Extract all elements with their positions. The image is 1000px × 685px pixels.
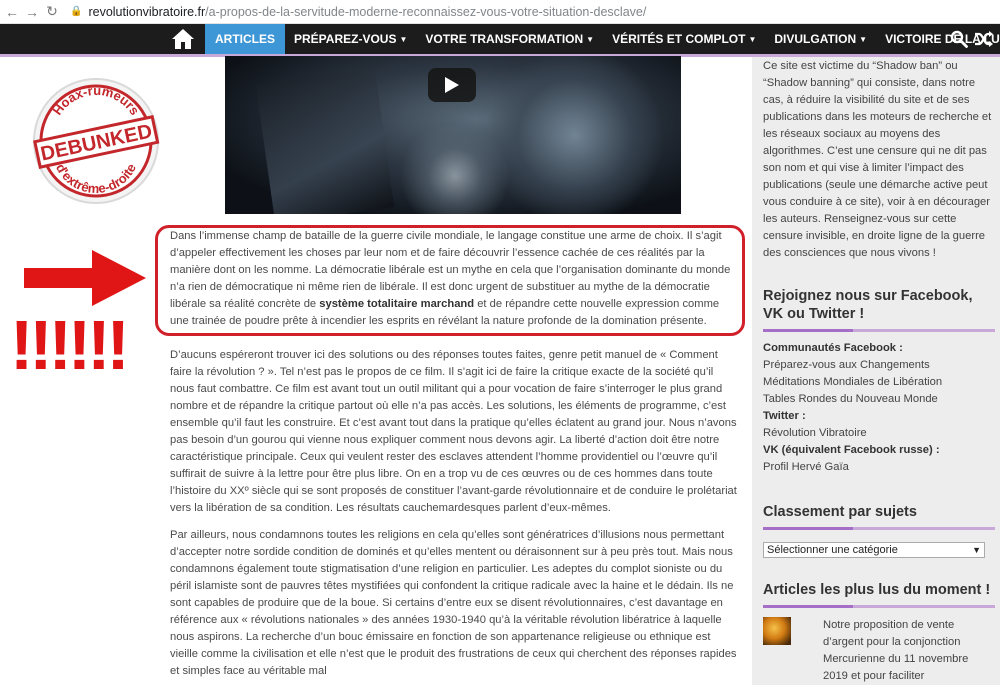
main-navigation: ARTICLES PRÉPAREZ-VOUS ▼ VOTRE TRANSFORMATI… <box>0 24 1000 57</box>
nav-item-3[interactable]: VÉRITÉS ET COMPLOT ▼ <box>603 24 765 54</box>
nav-item-1[interactable]: PRÉPAREZ-VOUS ▼ <box>285 24 416 54</box>
nav-item-label: ARTICLES <box>215 32 275 46</box>
popular-widget: Articles les plus lus du moment ! <box>763 581 995 608</box>
back-arrow-icon[interactable]: ← <box>2 2 22 22</box>
popular-article-item[interactable]: Notre proposition de vente d’argent pour… <box>763 617 995 682</box>
category-select[interactable]: Sélectionner une catégorie ▼ <box>763 542 985 558</box>
heading-rule <box>763 329 995 332</box>
nav-item-label: VOTRE TRANSFORMATION <box>425 32 584 46</box>
debunked-stamp: Hoax-rumeurs d'extrême-droite DEBUNKED <box>33 78 160 204</box>
chevron-down-icon: ▼ <box>859 35 868 44</box>
nav-menu: ARTICLES PRÉPAREZ-VOUS ▼ VOTRE TRANSFORMATI… <box>205 24 1000 54</box>
category-widget: Classement par sujets Sélectionner une c… <box>763 503 995 558</box>
video-player[interactable] <box>225 56 681 214</box>
shadowban-notice: Ce site est victime du “Shadow ban” ou “… <box>763 60 992 259</box>
nav-item-2[interactable]: VOTRE TRANSFORMATION ▼ <box>416 24 603 54</box>
nav-item-label: DIVULGATION <box>774 32 857 46</box>
exclamation-marks: !!!!!! <box>10 306 130 384</box>
dropdown-arrow-icon: ▼ <box>972 545 981 555</box>
vk-label: VK (équivalent Facebook russe) : <box>763 444 940 456</box>
url-host: revolutionvibratoire.fr <box>88 4 206 19</box>
chevron-down-icon: ▼ <box>586 35 595 44</box>
nav-item-4[interactable]: DIVULGATION ▼ <box>765 24 876 54</box>
facebook-link[interactable]: Préparez-vous aux Changements <box>763 357 995 374</box>
search-icon[interactable] <box>950 30 968 48</box>
twitter-label: Twitter : <box>763 410 806 422</box>
chevron-down-icon: ▼ <box>748 35 757 44</box>
forward-arrow-icon[interactable]: → <box>22 2 42 22</box>
video-frame-shape <box>395 126 515 214</box>
widget-heading: Rejoignez nous sur Facebook, VK ou Twitt… <box>763 288 973 322</box>
home-icon[interactable] <box>170 27 196 51</box>
browser-toolbar: ← → ↻ 🔒 revolutionvibratoire.fr/a-propos… <box>0 0 1000 24</box>
vk-link[interactable]: Profil Hervé Gaïa <box>763 459 995 476</box>
shuffle-icon[interactable] <box>974 30 994 48</box>
article-body: Dans l’immense champ de bataille de la g… <box>170 228 738 685</box>
address-bar[interactable]: 🔒 revolutionvibratoire.fr/a-propos-de-la… <box>70 5 646 19</box>
facebook-link[interactable]: Tables Rondes du Nouveau Monde <box>763 391 995 408</box>
facebook-link[interactable]: Méditations Mondiales de Libération <box>763 374 995 391</box>
nav-item-label: PRÉPAREZ-VOUS <box>294 32 397 46</box>
play-button[interactable] <box>428 68 476 102</box>
reload-icon[interactable]: ↻ <box>42 2 62 22</box>
lock-icon: 🔒 <box>70 6 83 17</box>
twitter-link[interactable]: Révolution Vibratoire <box>763 425 995 442</box>
video-frame-shape <box>255 68 395 214</box>
article-paragraph: D’aucuns espéreront trouver ici des solu… <box>170 349 737 514</box>
heading-rule <box>763 527 995 530</box>
facebook-label: Communautés Facebook : <box>763 342 903 354</box>
select-value: Sélectionner une catégorie <box>767 544 898 556</box>
play-icon <box>445 77 459 93</box>
chevron-down-icon: ▼ <box>399 35 408 44</box>
article-thumbnail <box>763 617 791 645</box>
nav-item-label: VÉRITÉS ET COMPLOT <box>612 32 746 46</box>
nav-item-0[interactable]: ARTICLES <box>205 24 285 54</box>
article-paragraph: Par ailleurs, nous condamnons toutes les… <box>170 529 737 677</box>
url-path: /a-propos-de-la-servitude-moderne-reconn… <box>205 4 647 19</box>
popular-article-title[interactable]: Notre proposition de vente d’argent pour… <box>823 617 995 685</box>
heading-rule <box>763 605 995 608</box>
widget-heading: Articles les plus lus du moment ! <box>763 582 991 598</box>
bold-term: système totalitaire marchand <box>319 298 475 310</box>
article-paragraph-highlighted: Dans l’immense champ de bataille de la g… <box>170 228 738 330</box>
red-arrow <box>24 250 146 306</box>
widget-heading: Classement par sujets <box>763 504 917 520</box>
social-widget: Rejoignez nous sur Facebook, VK ou Twitt… <box>763 287 995 476</box>
